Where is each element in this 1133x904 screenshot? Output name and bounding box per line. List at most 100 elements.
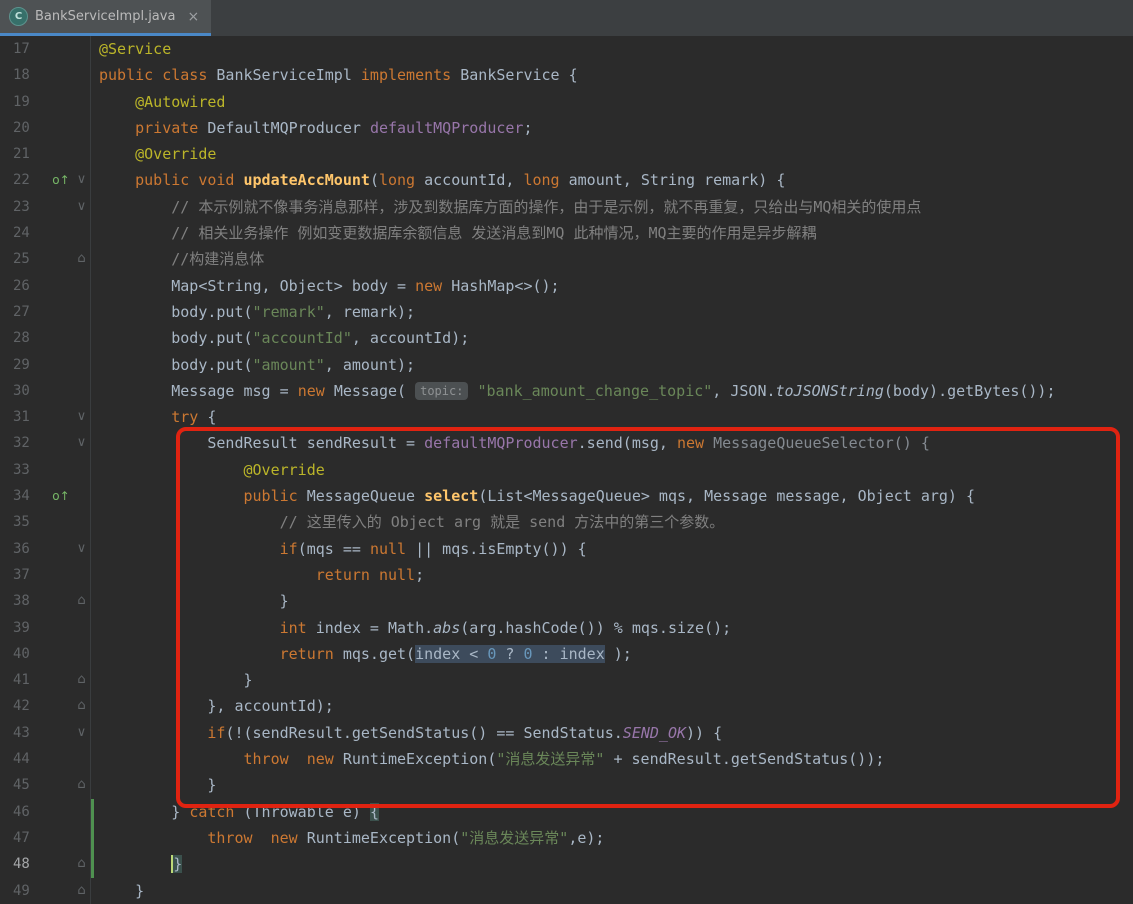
code-text: private DefaultMQProducer defaultMQProdu… [94,115,1133,141]
line-number[interactable]: 44 [0,746,49,772]
code-line[interactable]: 35 // 这里传入的 Object arg 就是 send 方法中的第三个参数… [0,509,1133,535]
line-number[interactable]: 45 [0,772,49,798]
code-line[interactable]: 33 @Override [0,457,1133,483]
code-line[interactable]: 31∨ try { [0,404,1133,430]
line-number[interactable]: 43 [0,720,49,746]
fold-end-icon[interactable]: ⌂ [73,878,91,904]
line-number[interactable]: 36 [0,536,49,562]
code-text: public void updateAccMount(long accountI… [94,167,1133,193]
gutter-space [49,404,73,430]
fold-down-icon[interactable]: ∨ [73,536,91,562]
line-number[interactable]: 41 [0,667,49,693]
line-number[interactable]: 33 [0,457,49,483]
code-line[interactable]: 40 return mqs.get(index < 0 ? 0 : index … [0,641,1133,667]
code-line[interactable]: 48⌂ } [0,851,1133,877]
line-number[interactable]: 23 [0,194,49,220]
code-line[interactable]: 29 body.put("amount", amount); [0,352,1133,378]
code-line[interactable]: 24 // 相关业务操作 例如变更数据库余额信息 发送消息到MQ 此种情况，MQ… [0,220,1133,246]
code-text: throw new RuntimeException("消息发送异常",e); [94,825,1133,851]
line-number[interactable]: 46 [0,799,49,825]
code-line[interactable]: 36∨ if(mqs == null || mqs.isEmpty()) { [0,536,1133,562]
code-line[interactable]: 43∨ if(!(sendResult.getSendStatus() == S… [0,720,1133,746]
fold-end-icon[interactable]: ⌂ [73,588,91,614]
gutter-space [49,430,73,456]
code-line[interactable]: 42⌂ }, accountId); [0,693,1133,719]
line-number[interactable]: 24 [0,220,49,246]
line-number[interactable]: 39 [0,615,49,641]
line-number[interactable]: 35 [0,509,49,535]
fold-end-icon[interactable]: ⌂ [73,772,91,798]
line-number[interactable]: 28 [0,325,49,351]
code-line[interactable]: 49⌂ } [0,878,1133,904]
code-line[interactable]: 38⌂ } [0,588,1133,614]
gutter-space [49,89,73,115]
code-line[interactable]: 39 int index = Math.abs(arg.hashCode()) … [0,615,1133,641]
line-number[interactable]: 37 [0,562,49,588]
line-number[interactable]: 49 [0,878,49,904]
code-line[interactable]: 19 @Autowired [0,89,1133,115]
line-number[interactable]: 38 [0,588,49,614]
line-number[interactable]: 29 [0,352,49,378]
override-icon[interactable]: o↑ [49,483,73,509]
fold-end-icon[interactable]: ⌂ [73,693,91,719]
gutter-space [49,115,73,141]
fold-end-icon[interactable]: ⌂ [73,851,91,877]
line-number[interactable]: 31 [0,404,49,430]
gutter-space [49,509,73,535]
code-line[interactable]: 37 return null; [0,562,1133,588]
code-line[interactable]: 30 Message msg = new Message( topic: "ba… [0,378,1133,404]
code-text: @Service [94,36,1133,62]
code-line[interactable]: 27 body.put("remark", remark); [0,299,1133,325]
code-line[interactable]: 17 @Service [0,36,1133,62]
line-number[interactable]: 25 [0,246,49,272]
code-line[interactable]: 46 } catch (Throwable e) { [0,799,1133,825]
tab-bankserviceimpl[interactable]: C BankServiceImpl.java × [0,0,211,36]
line-number[interactable]: 27 [0,299,49,325]
fold-down-icon[interactable]: ∨ [73,430,91,456]
gutter-space [49,273,73,299]
line-number[interactable]: 22 [0,167,49,193]
close-tab-icon[interactable]: × [187,9,199,25]
code-area[interactable]: 17 @Service18public class BankServiceImpl… [0,36,1133,904]
code-line[interactable]: 22o↑∨ public void updateAccMount(long ac… [0,167,1133,193]
code-line[interactable]: 18public class BankServiceImpl implement… [0,62,1133,88]
line-number[interactable]: 20 [0,115,49,141]
code-line[interactable]: 26 Map<String, Object> body = new HashMa… [0,273,1133,299]
line-number[interactable]: 34 [0,483,49,509]
code-line[interactable]: 44 throw new RuntimeException("消息发送异常" +… [0,746,1133,772]
line-number[interactable]: 18 [0,62,49,88]
code-line[interactable]: 45⌂ } [0,772,1133,798]
line-number[interactable]: 48 [0,851,49,877]
line-number[interactable]: 32 [0,430,49,456]
override-icon[interactable]: o↑ [49,167,73,193]
line-number[interactable]: 40 [0,641,49,667]
code-line[interactable]: 32∨ SendResult sendResult = defaultMQPro… [0,430,1133,456]
code-line[interactable]: 28 body.put("accountId", accountId); [0,325,1133,351]
fold-end-icon[interactable]: ⌂ [73,667,91,693]
fold-space [73,141,91,167]
code-text: // 相关业务操作 例如变更数据库余额信息 发送消息到MQ 此种情况，MQ主要的… [94,220,1133,246]
ide-window: C BankServiceImpl.java × 17@Service18pub… [0,0,1133,904]
line-number[interactable]: 42 [0,693,49,719]
code-line[interactable]: 25⌂ //构建消息体 [0,246,1133,272]
line-number[interactable]: 26 [0,273,49,299]
line-number[interactable]: 30 [0,378,49,404]
line-number[interactable]: 19 [0,89,49,115]
gutter-space [49,667,73,693]
fold-down-icon[interactable]: ∨ [73,194,91,220]
fold-down-icon[interactable]: ∨ [73,404,91,430]
code-line[interactable]: 23∨ // 本示例就不像事务消息那样，涉及到数据库方面的操作，由于是示例，就不… [0,194,1133,220]
fold-down-icon[interactable]: ∨ [73,720,91,746]
code-line[interactable]: 21 @Override [0,141,1133,167]
line-number[interactable]: 47 [0,825,49,851]
code-line[interactable]: 41⌂ } [0,667,1133,693]
fold-down-icon[interactable]: ∨ [73,167,91,193]
code-line[interactable]: 20 private DefaultMQProducer defaultMQPr… [0,115,1133,141]
gutter-space [49,141,73,167]
fold-space [73,62,91,88]
line-number[interactable]: 21 [0,141,49,167]
fold-end-icon[interactable]: ⌂ [73,246,91,272]
line-number[interactable]: 17 [0,36,49,62]
code-line[interactable]: 47 throw new RuntimeException("消息发送异常",e… [0,825,1133,851]
code-line[interactable]: 34o↑ public MessageQueue select(List<Mes… [0,483,1133,509]
